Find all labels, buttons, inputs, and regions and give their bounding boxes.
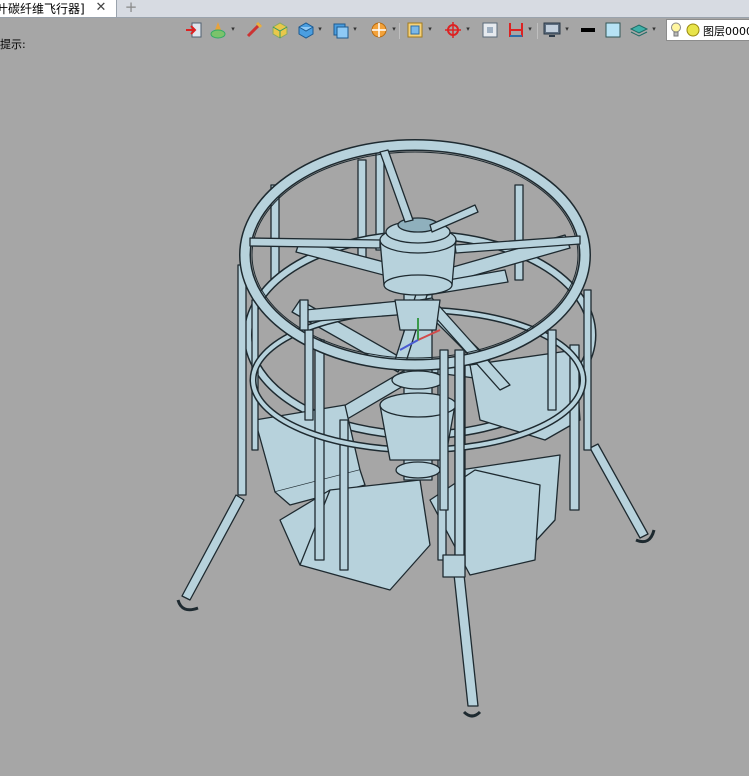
- lightbulb-icon[interactable]: [670, 22, 682, 37]
- display-dropdown[interactable]: ▾: [564, 25, 570, 33]
- display-icon[interactable]: [542, 20, 562, 40]
- view-toolbar: ▾ ▾ ▾ ▾ ▾ ▾ ▾ ▾ ▾: [180, 17, 749, 43]
- exit-sketch-icon[interactable]: [184, 20, 204, 40]
- document-tab[interactable]: 叶碳纤维飞行器] ✕: [0, 0, 117, 17]
- layer-selector[interactable]: 图层0000: [666, 19, 749, 41]
- layer-stack-dropdown[interactable]: ▾: [651, 25, 657, 33]
- close-icon[interactable]: ✕: [94, 0, 108, 16]
- line-color-icon[interactable]: [578, 20, 598, 40]
- fill-color-icon[interactable]: [603, 20, 623, 40]
- document-tab-title: 叶碳纤维飞行器]: [0, 2, 85, 16]
- tab-bar: 叶碳纤维飞行器] ✕ +: [0, 0, 749, 18]
- sun-icon[interactable]: [686, 23, 700, 37]
- view-dropdown[interactable]: ▾: [465, 25, 471, 33]
- toolbar-separator: [537, 23, 538, 39]
- toolbar-separator: [399, 23, 400, 39]
- layer-stack-icon[interactable]: [629, 20, 649, 40]
- snap-dropdown[interactable]: ▾: [427, 25, 433, 33]
- axis-icon[interactable]: [480, 20, 500, 40]
- frame-dropdown[interactable]: ▾: [527, 25, 533, 33]
- line-style-icon[interactable]: [244, 20, 264, 40]
- filter-icon[interactable]: [369, 20, 389, 40]
- filter-dropdown[interactable]: ▾: [391, 25, 397, 33]
- face-dropdown[interactable]: ▾: [352, 25, 358, 33]
- render-mode-icon[interactable]: [208, 20, 228, 40]
- snap-icon[interactable]: [405, 20, 425, 40]
- solid-view-dropdown[interactable]: ▾: [317, 25, 323, 33]
- view-icon[interactable]: [443, 20, 463, 40]
- 3d-viewport[interactable]: [0, 44, 749, 776]
- solid-view-icon[interactable]: [296, 20, 316, 40]
- face-icon[interactable]: [331, 20, 351, 40]
- frame-icon[interactable]: [506, 20, 526, 40]
- render-mode-dropdown[interactable]: ▾: [230, 25, 236, 33]
- layer-name: 图层0000: [703, 25, 749, 38]
- new-tab-icon[interactable]: +: [124, 0, 138, 16]
- box-icon[interactable]: [270, 20, 290, 40]
